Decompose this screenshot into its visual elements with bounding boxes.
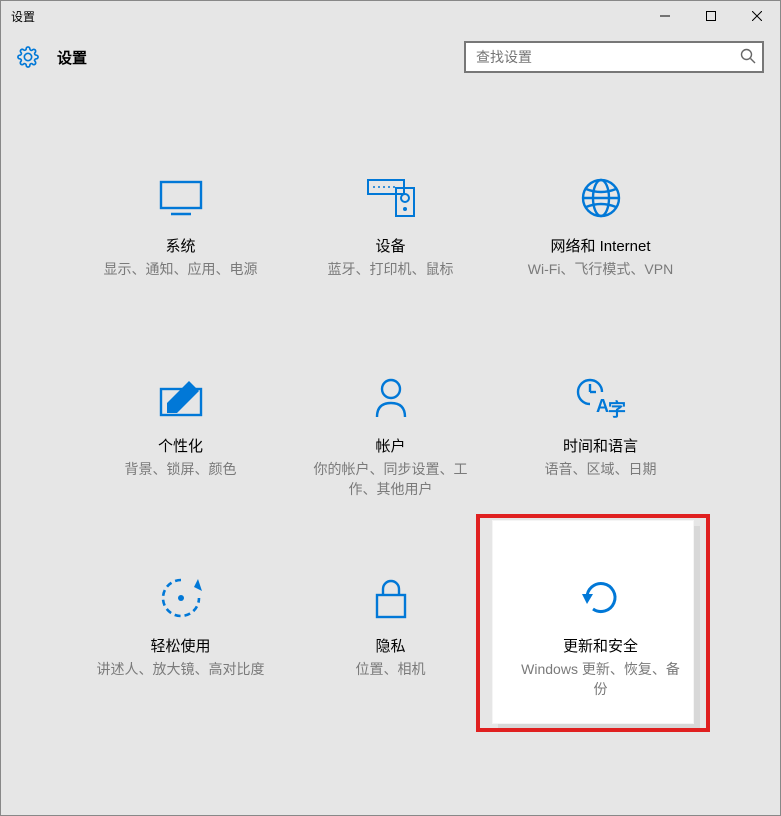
minimize-icon [660,11,670,21]
titlebar: 设置 [1,1,780,31]
display-icon [159,173,203,223]
window-title: 设置 [11,8,35,25]
tile-title: 网络和 Internet [550,235,650,256]
time-language-icon: A 字 [576,373,626,423]
close-icon [752,11,762,21]
tile-time-language[interactable]: A 字 时间和语言 语音、区域、日期 [501,373,701,533]
tile-title: 隐私 [375,635,405,656]
tile-personalization[interactable]: 个性化 背景、锁屏、颜色 [81,373,281,533]
tile-title: 更新和安全 [563,635,638,656]
close-button[interactable] [734,1,780,31]
search-icon[interactable] [740,48,756,69]
tile-update-security[interactable]: 更新和安全 Windows 更新、恢复、备份 [501,573,701,733]
tile-title: 帐户 [375,435,405,456]
update-icon [579,573,623,623]
tile-desc: 背景、锁屏、颜色 [125,460,237,480]
devices-icon [366,173,416,223]
maximize-button[interactable] [688,1,734,31]
search-input[interactable] [464,41,764,73]
ease-of-access-icon [160,573,202,623]
tile-accounts[interactable]: 帐户 你的帐户、同步设置、工作、其他用户 [291,373,491,533]
tile-devices[interactable]: 设备 蓝牙、打印机、鼠标 [291,173,491,333]
tile-desc: 位置、相机 [356,660,426,680]
tile-title: 设备 [375,235,405,256]
settings-grid: 系统 显示、通知、应用、电源 设备 蓝牙、打印机、鼠标 [1,93,780,733]
tile-ease-of-access[interactable]: 轻松使用 讲述人、放大镜、高对比度 [81,573,281,733]
tile-desc: Windows 更新、恢复、备份 [516,660,686,699]
tile-title: 时间和语言 [563,435,638,456]
maximize-icon [706,11,716,21]
header: 设置 [1,31,780,93]
lock-icon [374,573,408,623]
paint-icon [159,373,203,423]
minimize-button[interactable] [642,1,688,31]
tile-title: 系统 [165,235,195,256]
tile-desc: 你的帐户、同步设置、工作、其他用户 [306,460,476,499]
person-icon [373,373,409,423]
tile-privacy[interactable]: 隐私 位置、相机 [291,573,491,733]
gear-icon [17,46,39,68]
app-title: 设置 [57,47,87,68]
tile-desc: 显示、通知、应用、电源 [104,260,258,280]
svg-text:字: 字 [608,399,626,418]
tile-title: 个性化 [158,435,203,456]
tile-system[interactable]: 系统 显示、通知、应用、电源 [81,173,281,333]
tile-network[interactable]: 网络和 Internet Wi-Fi、飞行模式、VPN [501,173,701,333]
tile-title: 轻松使用 [150,635,210,656]
tile-desc: Wi-Fi、飞行模式、VPN [528,260,673,280]
tile-desc: 语音、区域、日期 [545,460,657,480]
window-controls [642,1,780,31]
tile-desc: 蓝牙、打印机、鼠标 [328,260,454,280]
globe-icon [580,173,622,223]
tile-desc: 讲述人、放大镜、高对比度 [97,660,265,680]
search-wrap [464,41,764,73]
